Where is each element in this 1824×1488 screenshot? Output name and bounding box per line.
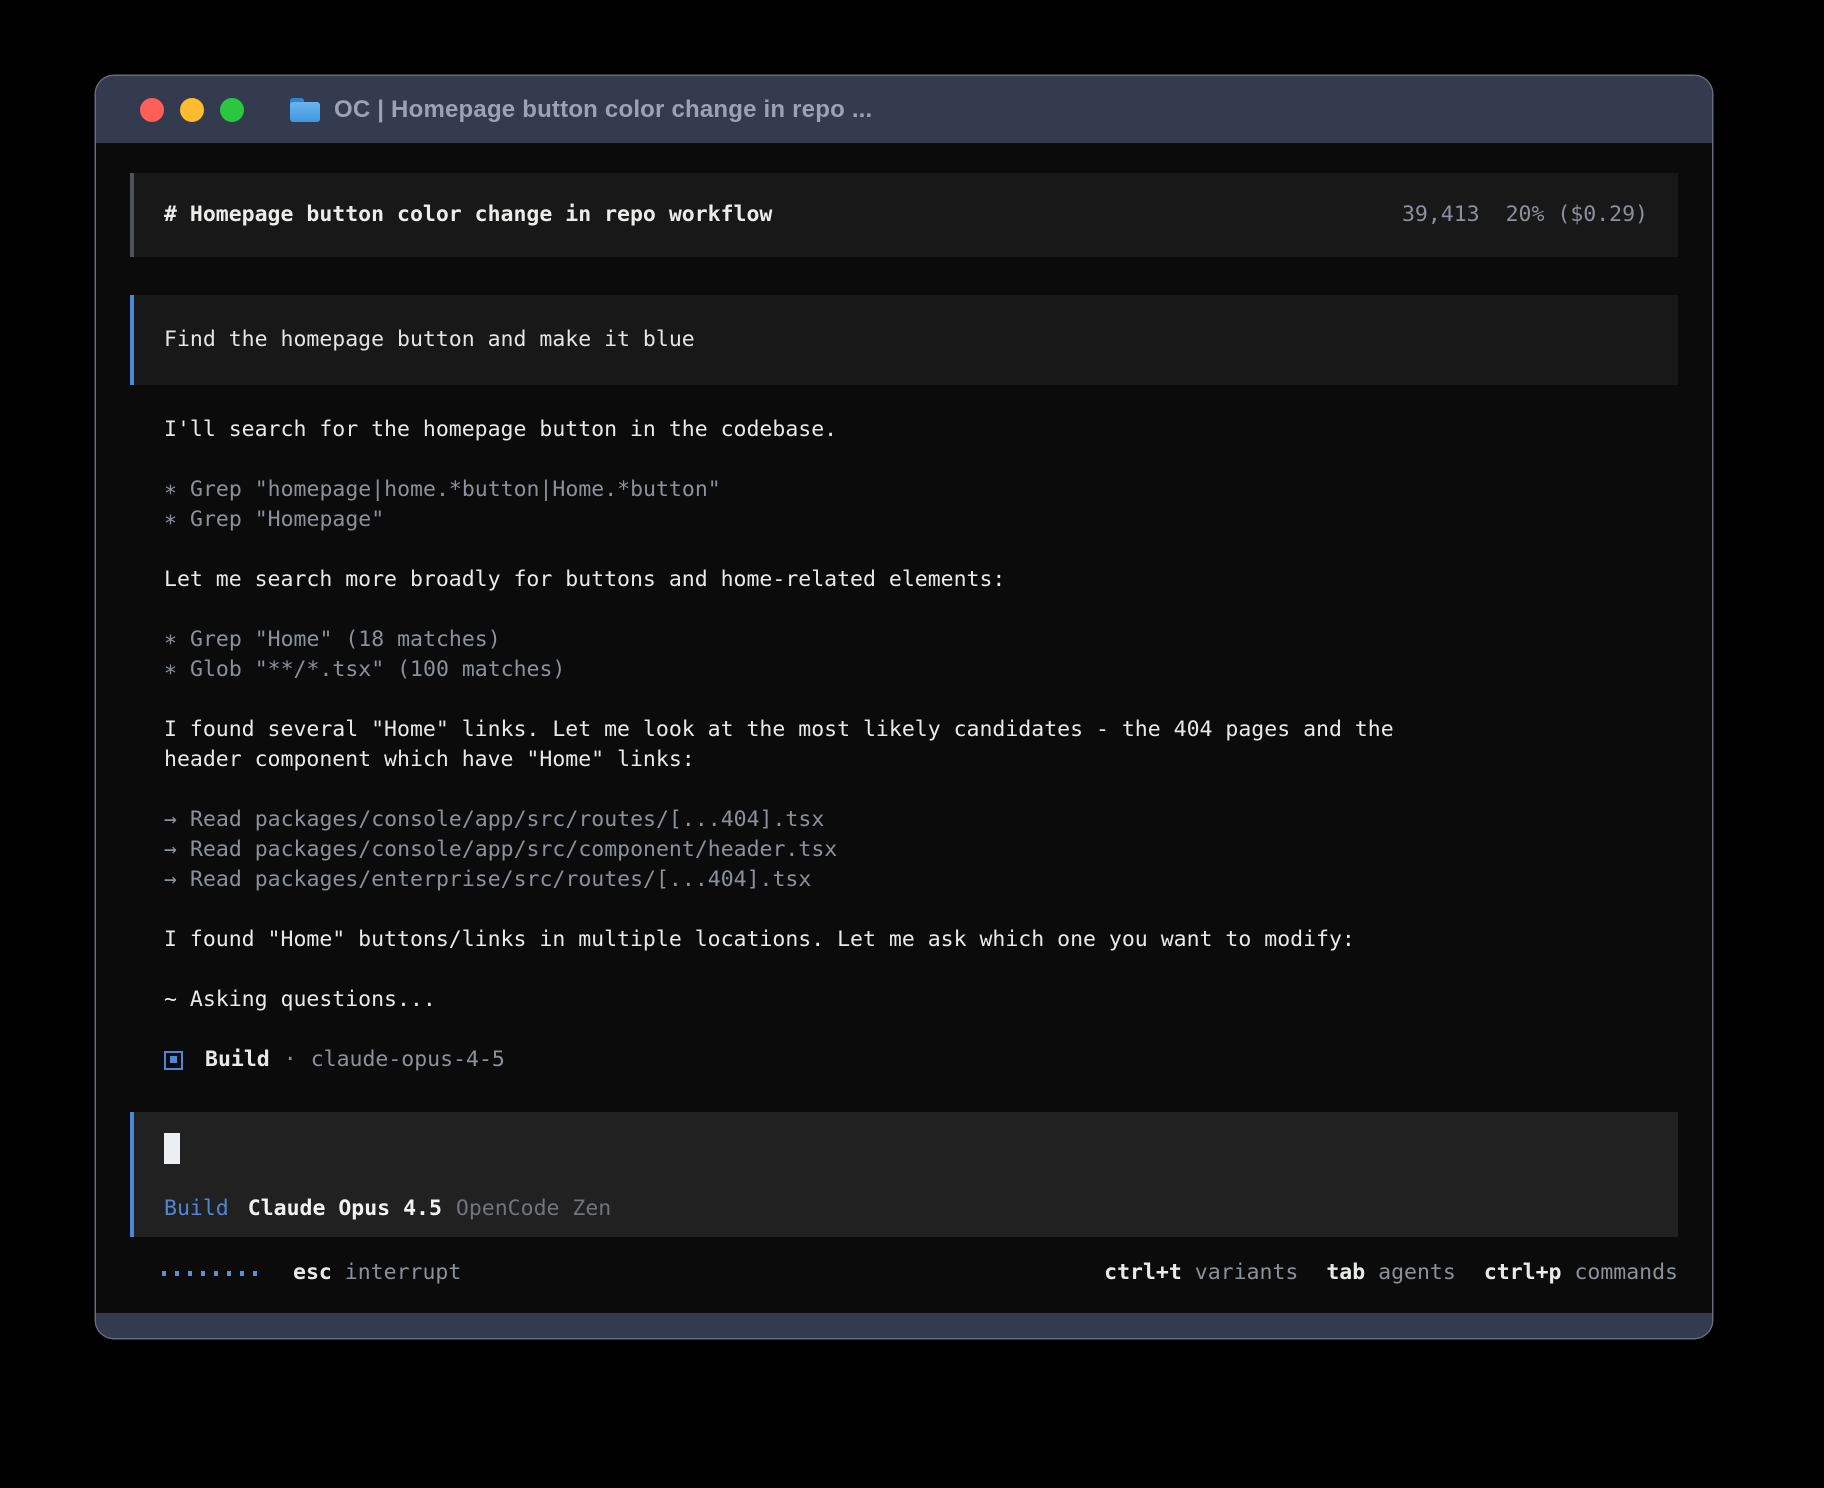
tool-call-grep: ∗Grep "Homepage": [164, 505, 1678, 535]
tool-call-read: →Read packages/console/app/src/routes/[.…: [164, 805, 1678, 835]
agent-status-row: Build · claude-opus-4-5: [164, 1045, 1678, 1075]
window-title: OC | Homepage button color change in rep…: [334, 96, 872, 124]
tool-call-glob: ∗Glob "**/*.tsx" (100 matches): [164, 655, 1678, 685]
hint-agents: tab agents: [1326, 1258, 1455, 1288]
assistant-text: I'll search for the homepage button in t…: [164, 415, 1678, 445]
hint-interrupt: esc interrupt: [293, 1258, 461, 1288]
commands-label: commands: [1574, 1260, 1678, 1285]
titlebar: OC | Homepage button color change in rep…: [96, 76, 1712, 143]
assistant-text: Let me search more broadly for buttons a…: [164, 565, 1678, 595]
model-row: Build Claude Opus 4.5 OpenCode Zen: [164, 1194, 1648, 1224]
minimize-button[interactable]: [180, 98, 204, 122]
tool-call-text: Grep "Homepage": [190, 507, 384, 532]
terminal-window: OC | Homepage button color change in rep…: [96, 76, 1712, 1338]
tool-asterisk-icon: ∗: [164, 475, 190, 505]
status-bar: esc interrupt ctrl+t variants tab agents…: [130, 1258, 1678, 1288]
agents-label: agents: [1378, 1260, 1456, 1285]
hint-variants: ctrl+t variants: [1104, 1258, 1298, 1288]
text-cursor: [164, 1133, 180, 1164]
ctrl-t-key: ctrl+t: [1104, 1260, 1182, 1285]
terminal-content: # Homepage button color change in repo w…: [96, 173, 1712, 1338]
folder-icon: [290, 98, 320, 122]
agent-model: claude-opus-4-5: [311, 1045, 505, 1075]
tool-call-text: Grep "homepage|home.*button|Home.*button…: [190, 477, 721, 502]
user-message-text: Find the homepage button and make it blu…: [164, 325, 695, 355]
window-bottom-edge: [96, 1313, 1712, 1338]
ctrl-p-key: ctrl+p: [1484, 1260, 1562, 1285]
tool-call-grep: ∗Grep "homepage|home.*button|Home.*butto…: [164, 475, 1678, 505]
variants-label: variants: [1195, 1260, 1299, 1285]
session-title: # Homepage button color change in repo w…: [164, 200, 772, 230]
dot-separator: ·: [284, 1045, 297, 1075]
close-button[interactable]: [140, 98, 164, 122]
status-text: ~ Asking questions...: [164, 985, 1678, 1015]
tab-key: tab: [1326, 1260, 1365, 1285]
tool-asterisk-icon: ∗: [164, 505, 190, 535]
working-indicator: [162, 1271, 257, 1276]
assistant-text: I found several "Home" links. Let me loo…: [164, 715, 1678, 745]
assistant-text: header component which have "Home" links…: [164, 745, 1678, 775]
zoom-button[interactable]: [220, 98, 244, 122]
token-count: 39,413: [1402, 202, 1480, 227]
context-cost: 20% ($0.29): [1506, 202, 1648, 227]
tool-call-read: →Read packages/enterprise/src/routes/[..…: [164, 865, 1678, 895]
arrow-right-icon: →: [164, 865, 190, 895]
input-model-label[interactable]: Claude Opus 4.5: [248, 1194, 442, 1224]
tool-asterisk-icon: ∗: [164, 655, 190, 685]
arrow-right-icon: →: [164, 805, 190, 835]
input-agent-label[interactable]: Build: [164, 1194, 229, 1224]
user-message: Find the homepage button and make it blu…: [130, 295, 1678, 385]
tool-asterisk-icon: ∗: [164, 625, 190, 655]
tool-call-text: Grep "Home" (18 matches): [190, 627, 501, 652]
interrupt-label: interrupt: [345, 1260, 462, 1285]
tool-call-text: Read packages/console/app/src/routes/[..…: [190, 807, 824, 832]
assistant-text: I found "Home" buttons/links in multiple…: [164, 925, 1678, 955]
hint-commands: ctrl+p commands: [1484, 1258, 1678, 1288]
shortcut-hints: ctrl+t variants tab agents ctrl+p comman…: [1104, 1258, 1678, 1288]
agent-build-icon: [164, 1051, 183, 1070]
tool-call-read: →Read packages/console/app/src/component…: [164, 835, 1678, 865]
tool-call-text: Read packages/console/app/src/component/…: [190, 837, 837, 862]
prompt-input[interactable]: Build Claude Opus 4.5 OpenCode Zen: [130, 1112, 1678, 1237]
session-header: # Homepage button color change in repo w…: [130, 173, 1678, 257]
tool-call-text: Glob "**/*.tsx" (100 matches): [190, 657, 565, 682]
conversation: I'll search for the homepage button in t…: [164, 415, 1678, 1075]
agent-name: Build: [205, 1045, 270, 1075]
session-stats: 39,413 20% ($0.29): [1402, 200, 1648, 230]
input-provider-label: OpenCode Zen: [456, 1194, 611, 1224]
arrow-right-icon: →: [164, 835, 190, 865]
tool-call-text: Read packages/enterprise/src/routes/[...…: [190, 867, 811, 892]
tool-call-grep: ∗Grep "Home" (18 matches): [164, 625, 1678, 655]
esc-key: esc: [293, 1260, 332, 1285]
